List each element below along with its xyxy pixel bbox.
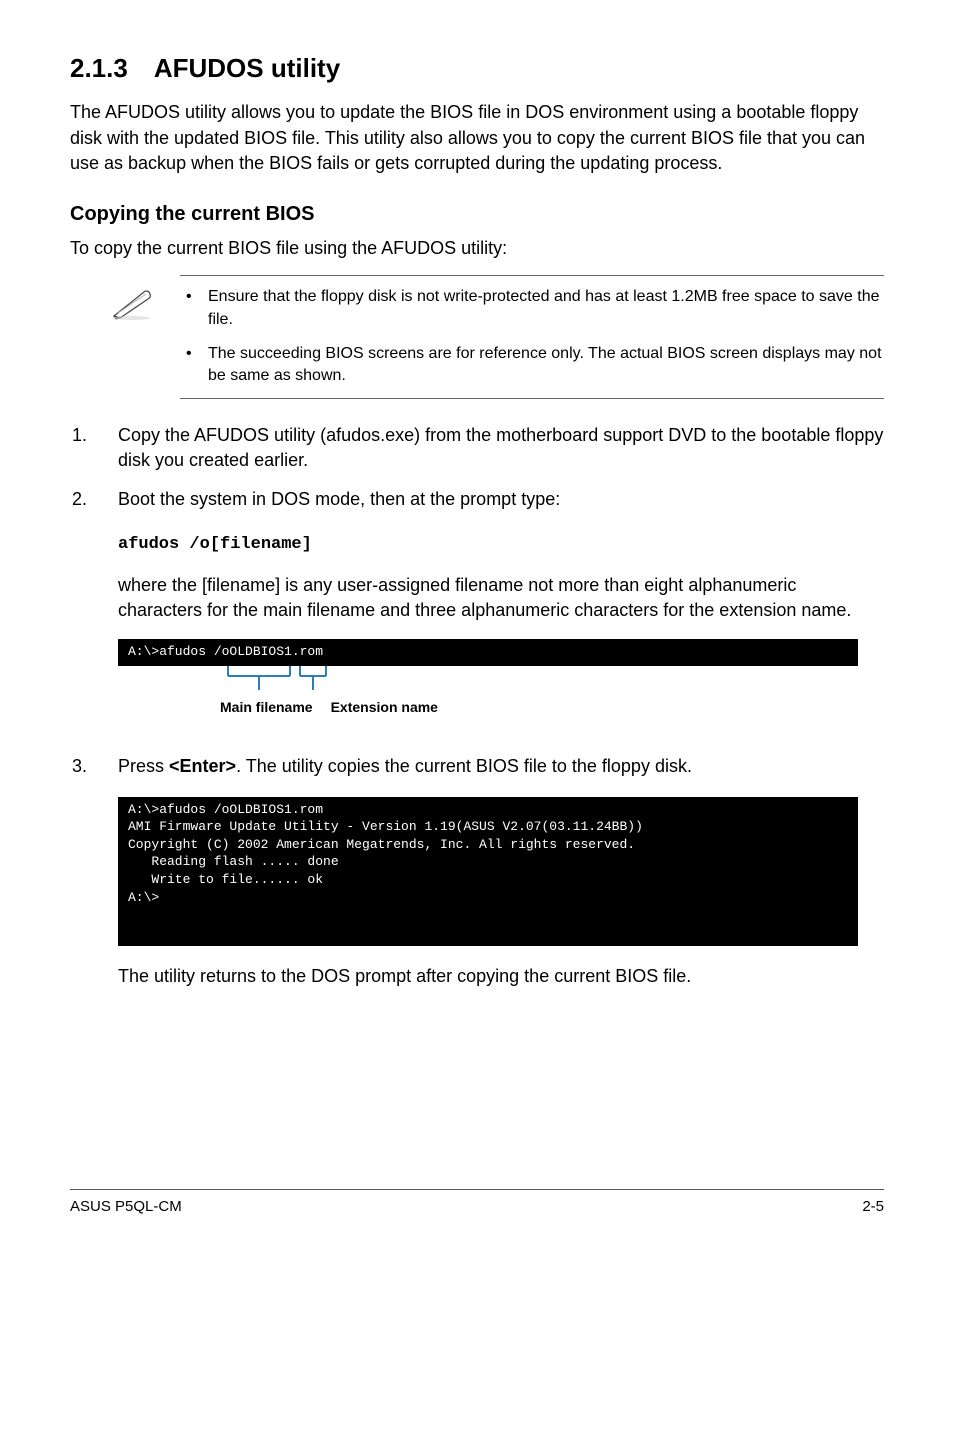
- footer-left: ASUS P5QL-CM: [70, 1196, 182, 1217]
- step-item: Press <Enter>. The utility copies the cu…: [70, 754, 884, 779]
- after-terminal-text: The utility returns to the DOS prompt af…: [70, 964, 884, 989]
- note-block: Ensure that the floppy disk is not write…: [70, 275, 884, 399]
- enter-key: <Enter>: [169, 756, 236, 776]
- step3-prefix: Press: [118, 756, 169, 776]
- terminal-output: A:\>afudos /oOLDBIOS1.rom AMI Firmware U…: [118, 797, 858, 946]
- section-heading: 2.1.3 AFUDOS utility: [70, 50, 884, 86]
- pencil-icon: [110, 286, 180, 327]
- subheading: Copying the current BIOS: [70, 200, 884, 228]
- step-item: Copy the AFUDOS utility (afudos.exe) fro…: [70, 423, 884, 473]
- page-footer: ASUS P5QL-CM 2-5: [70, 1189, 884, 1217]
- subintro-text: To copy the current BIOS file using the …: [70, 236, 884, 261]
- extension-name-label: Extension name: [331, 698, 438, 718]
- footer-right: 2-5: [862, 1196, 884, 1217]
- note-list: Ensure that the floppy disk is not write…: [180, 286, 884, 388]
- note-item: The succeeding BIOS screens are for refe…: [180, 343, 884, 388]
- step-item: Boot the system in DOS mode, then at the…: [70, 487, 884, 512]
- filename-diagram: A:\>afudos /oOLDBIOS1.rom Main filename …: [118, 639, 858, 717]
- command-description: where the [filename] is any user-assigne…: [70, 573, 884, 623]
- steps-list: Copy the AFUDOS utility (afudos.exe) fro…: [70, 423, 884, 513]
- step3-suffix: . The utility copies the current BIOS fi…: [236, 756, 692, 776]
- note-item: Ensure that the floppy disk is not write…: [180, 286, 884, 331]
- main-filename-label: Main filename: [220, 698, 313, 718]
- intro-text: The AFUDOS utility allows you to update …: [70, 100, 884, 176]
- command-text: afudos /o[filename]: [118, 535, 312, 554]
- terminal-line: A:\>afudos /oOLDBIOS1.rom: [118, 639, 858, 665]
- note-hr-bottom: [180, 398, 884, 399]
- steps-list-3: Press <Enter>. The utility copies the cu…: [70, 754, 884, 779]
